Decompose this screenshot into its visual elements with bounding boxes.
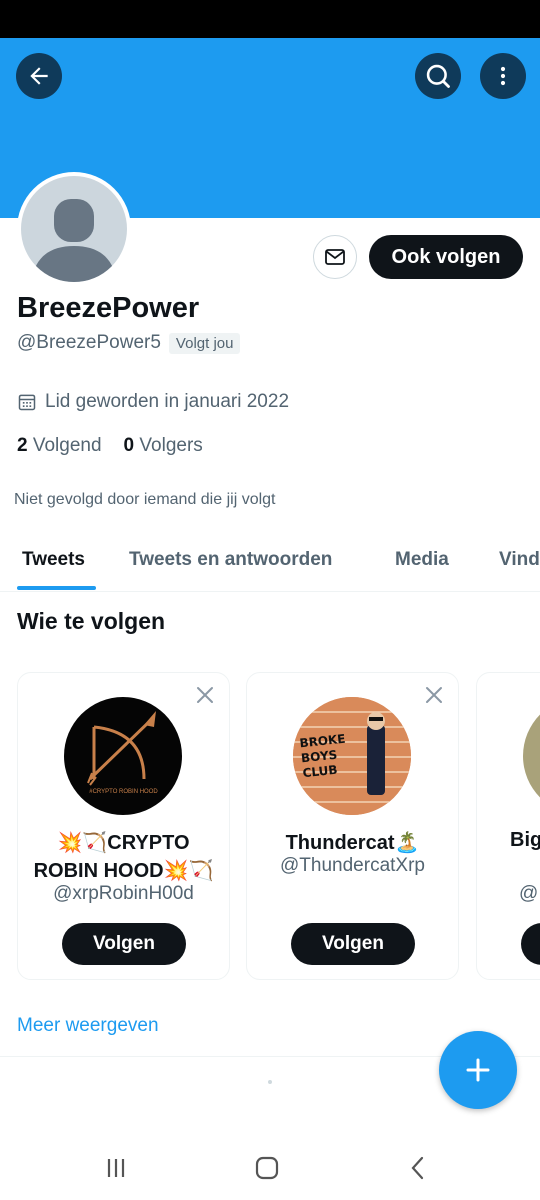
back-button[interactable] [16,53,62,99]
recents-button[interactable] [99,1151,133,1185]
arrow-left-icon [30,67,48,85]
search-button[interactable] [415,53,461,99]
tab-likes[interactable]: Vind [499,532,540,591]
close-icon[interactable] [195,685,215,705]
close-icon[interactable] [424,685,444,705]
not-followed-notice: Niet gevolgd door iemand die jij volgt [14,491,276,508]
compose-tweet-button[interactable] [439,1031,517,1109]
suggestion-handle: @ThundercatXrp [280,855,425,876]
joined-date: Lid geworden in januari 2022 [17,391,289,413]
suggestion-handle: @xrpRobinH00d [53,883,194,904]
who-to-follow-title: Wie te volgen [17,608,166,634]
display-name: BreezePower [17,292,200,324]
followers-count: 0 [123,435,135,456]
recents-icon [107,1159,125,1177]
active-tab-indicator [17,586,96,590]
suggestion-card-partial[interactable]: Big @ [476,672,540,980]
follow-button[interactable] [521,923,540,965]
avatar-caption: #CRYPTO ROBIN HOOD [89,789,158,795]
search-icon [426,64,450,88]
calendar-icon [18,394,36,411]
followers-label: Volgers [139,435,203,456]
suggestion-avatar[interactable] [523,697,540,815]
following-label: Volgend [32,435,102,456]
follows-you-badge: Volgt jou [168,332,241,354]
follow-button[interactable]: Volgen [291,923,415,965]
scroll-dot [268,1080,272,1084]
following-link[interactable]: 2 Volgend [17,435,102,457]
suggestion-card[interactable]: #CRYPTO ROBIN HOOD 💥🏹CRYPTO ROBIN HOOD💥🏹… [17,672,230,980]
suggestion-card[interactable]: BROKE BOYS CLUB Thundercat🏝️ @Thundercat… [246,672,459,980]
tab-tweets[interactable]: Tweets [22,532,85,591]
avatar-caption: BROKE BOYS CLUB [298,731,347,781]
suggestion-avatar[interactable] [64,697,182,815]
message-button[interactable] [313,235,357,279]
followers-link[interactable]: 0 Volgers [124,435,203,457]
bow-arrow-icon [87,711,156,786]
home-button[interactable] [250,1151,284,1185]
tab-tweets-and-replies[interactable]: Tweets en antwoorden [129,532,332,591]
tab-media[interactable]: Media [395,532,449,591]
handle: @BreezePower5 [17,332,161,353]
joined-text: Lid geworden in januari 2022 [45,391,290,412]
suggestion-name: Big [510,829,540,851]
profile-tabs: Tweets Tweets en antwoorden Media Vind [0,532,540,592]
suggestion-name: 💥🏹CRYPTO ROBIN HOOD💥🏹 [33,832,214,882]
system-nav-bar [0,1135,540,1200]
more-vertical-icon [500,66,506,86]
status-bar [0,0,540,38]
system-back-button[interactable] [401,1151,435,1185]
default-avatar-icon [21,176,127,282]
suggestion-avatar[interactable]: BROKE BOYS CLUB [293,697,411,815]
suggestion-name: Thundercat🏝️ [285,832,420,854]
back-chevron-icon [411,1156,424,1180]
following-count: 2 [17,435,28,456]
follow-back-button[interactable]: Ook volgen [369,235,523,279]
handle-row: @BreezePower5 Volgt jou [17,332,241,354]
follow-stats: 2 Volgend 0 Volgers [17,435,203,457]
avatar[interactable] [17,172,131,286]
show-more-link[interactable]: Meer weergeven [17,1015,159,1037]
home-icon [255,1156,279,1180]
suggestion-handle: @ [519,883,539,904]
mail-icon [325,249,345,265]
follow-button[interactable]: Volgen [62,923,186,965]
plus-icon [466,1058,490,1082]
more-options-button[interactable] [480,53,526,99]
